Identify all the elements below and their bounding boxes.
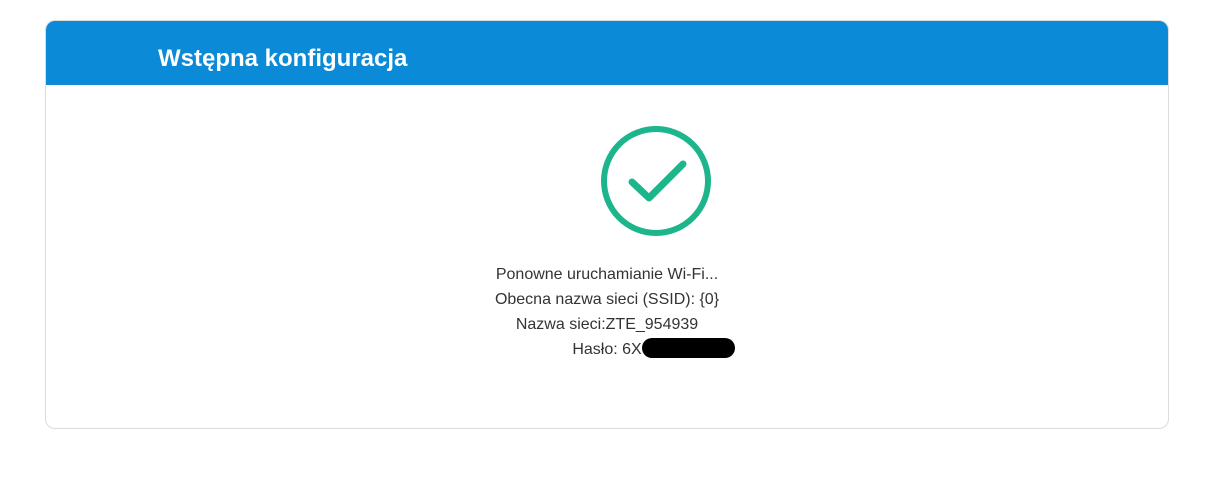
setup-panel: Wstępna konfiguracja Ponowne uruchamiani…: [45, 20, 1169, 429]
ssid-text: Obecna nazwa sieci (SSID): {0}: [494, 291, 720, 308]
panel-header: Wstępna konfiguracja: [46, 21, 1168, 85]
network-name-text: Nazwa sieci:ZTE_954939: [515, 316, 699, 333]
restart-status-text: Ponowne uruchamianie Wi-Fi...: [495, 266, 719, 283]
password-row: Hasło: 6X: [46, 337, 1168, 362]
page-title: Wstępna konfiguracja: [158, 45, 408, 72]
checkmark-circle-icon: [601, 126, 711, 236]
status-message: Ponowne uruchamianie Wi-Fi... Obecna naz…: [46, 262, 1168, 362]
password-text: Hasło: 6X: [572, 341, 642, 358]
password-wrapper: Hasło: 6X: [572, 337, 736, 362]
password-redaction-mark: [642, 338, 736, 358]
